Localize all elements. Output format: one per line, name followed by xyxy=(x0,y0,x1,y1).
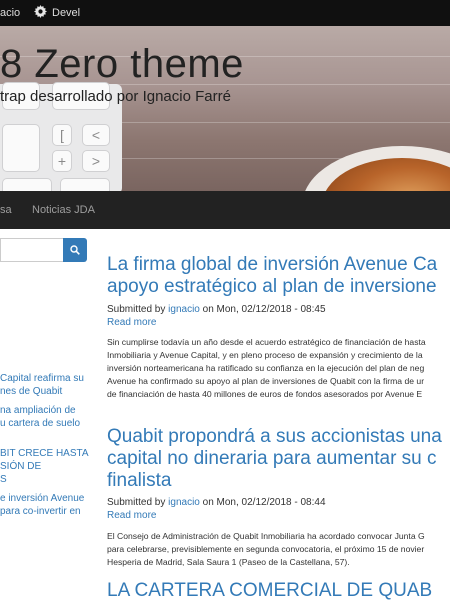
article-submitted: Submitted by ignacio on Mon, 02/12/2018 … xyxy=(107,497,326,508)
site-slogan: trap desarrollado por Ignacio Farré xyxy=(0,88,231,105)
read-more-link[interactable]: Read more xyxy=(107,510,156,521)
read-more-link[interactable]: Read more xyxy=(107,317,156,328)
article-body-line: de financiación de hasta 40 millones de … xyxy=(107,389,423,399)
sidebar-recent-link[interactable]: Capital reafirma su nes de Quabit xyxy=(0,372,90,398)
author-link[interactable]: ignacio xyxy=(168,497,200,508)
article-body-line: inversión norteamericana ha ratificado s… xyxy=(107,363,425,373)
nav-item-home[interactable]: sa xyxy=(0,191,12,229)
search-input[interactable] xyxy=(0,238,64,262)
gear-icon xyxy=(34,5,47,18)
main-navigation: sa Noticias JDA xyxy=(0,191,450,229)
article-body-line: para celebrarse, previsiblemente en segu… xyxy=(107,544,425,554)
article-body-line: El Consejo de Administración de Quabit I… xyxy=(107,531,425,541)
article-body-line: Inmobiliaria y Avenue Capital, y en plen… xyxy=(107,350,423,360)
article-body-line: Avenue ha confirmado su apoyo al plan de… xyxy=(107,376,425,386)
article-title[interactable]: La firma global de inversión Avenue Ca a… xyxy=(107,254,437,298)
article-submitted: Submitted by ignacio on Mon, 02/12/2018 … xyxy=(107,304,326,315)
toolbar-user-link[interactable]: acio xyxy=(0,0,20,26)
site-header: [ < + > 8 Zero theme trap desarrollado p… xyxy=(0,26,450,191)
search-icon xyxy=(70,245,80,255)
toolbar-devel-link[interactable]: Devel xyxy=(34,0,80,26)
article-body-line: Hesperia de Madrid, Sala Saura 1 (Paseo … xyxy=(107,557,350,567)
sidebar-recent-link[interactable]: BIT CRECE HASTA SIÓN DE S xyxy=(0,447,90,486)
nav-item-noticias-jda[interactable]: Noticias JDA xyxy=(32,191,95,229)
admin-toolbar: acio Devel xyxy=(0,0,450,26)
sidebar-recent-link[interactable]: na ampliación de u cartera de suelo xyxy=(0,404,90,430)
sidebar-recent-link[interactable]: e inversión Avenue para co-invertir en xyxy=(0,492,90,518)
author-link[interactable]: ignacio xyxy=(168,304,200,315)
site-name[interactable]: 8 Zero theme xyxy=(0,42,244,87)
article-body-line: Sin cumplirse todavía un año desde el ac… xyxy=(107,337,426,347)
toolbar-devel-label: Devel xyxy=(52,7,81,19)
article-title[interactable]: LA CARTERA COMERCIAL DE QUAB xyxy=(107,580,432,600)
article-title[interactable]: Quabit propondrá a sus accionistas una c… xyxy=(107,426,442,492)
search-button[interactable] xyxy=(63,238,87,262)
